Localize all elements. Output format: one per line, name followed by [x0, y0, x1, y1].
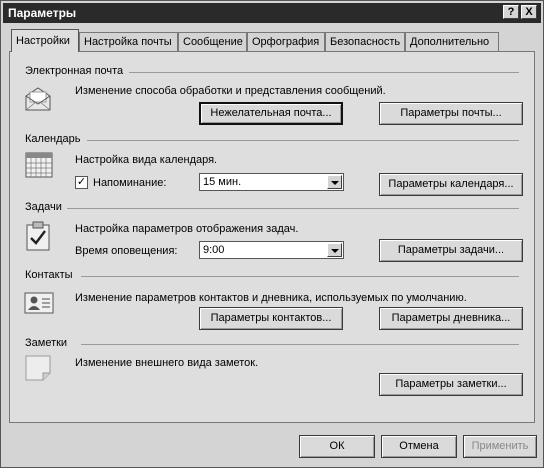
note-icon [25, 355, 51, 381]
email-description: Изменение способа обработки и представле… [75, 85, 386, 97]
ok-button[interactable]: ОК [299, 435, 375, 458]
calendar-description: Настройка вида календаря. [75, 154, 218, 166]
title-bar: Параметры ? X [3, 3, 541, 23]
reminder-time-select[interactable]: 9:00 [199, 241, 344, 259]
tab-advanced[interactable]: Дополнительно [405, 32, 499, 51]
calendar-section-title: Календарь [25, 133, 81, 145]
chevron-down-icon[interactable] [327, 175, 342, 189]
tasks-section-title: Задачи [25, 201, 62, 213]
close-button[interactable]: X [521, 5, 537, 19]
envelope-icon [25, 87, 51, 111]
tab-message[interactable]: Сообщение [178, 32, 247, 51]
mail-options-button[interactable]: Параметры почты... [379, 102, 523, 125]
notes-description: Изменение внешнего вида заметок. [75, 357, 259, 369]
reminder-label: Напоминание: [93, 177, 167, 189]
contacts-description: Изменение параметров контактов и дневник… [75, 292, 467, 304]
contact-options-button[interactable]: Параметры контактов... [199, 307, 343, 330]
junk-mail-button[interactable]: Нежелательная почта... [199, 102, 343, 125]
cancel-button[interactable]: Отмена [381, 435, 457, 458]
tab-settings[interactable]: Настройки [11, 29, 79, 52]
contacts-separator [81, 276, 519, 277]
contact-card-icon [24, 292, 54, 314]
journal-options-button[interactable]: Параметры дневника... [379, 307, 523, 330]
note-options-button[interactable]: Параметры заметки... [379, 373, 523, 396]
notes-separator [81, 344, 519, 345]
reminder-checkbox[interactable]: ✓ [75, 176, 88, 189]
tab-mail-setup[interactable]: Настройка почты [79, 32, 178, 51]
reminder-select[interactable]: 15 мин. [199, 173, 344, 191]
options-dialog: Параметры ? X Настройки Настройка почты … [0, 0, 544, 468]
reminder-time-value: 9:00 [203, 244, 225, 256]
chevron-down-icon[interactable] [327, 243, 342, 257]
tasks-description: Настройка параметров отображения задач. [75, 223, 299, 235]
notes-section-title: Заметки [25, 337, 68, 349]
tasks-separator [67, 208, 519, 209]
contacts-section-title: Контакты [25, 269, 73, 281]
email-section-title: Электронная почта [25, 65, 124, 77]
apply-button: Применить [463, 435, 537, 458]
tab-spelling[interactable]: Орфография [247, 32, 325, 51]
task-options-button[interactable]: Параметры задачи... [379, 239, 523, 262]
calendar-icon [25, 152, 53, 178]
calendar-options-button[interactable]: Параметры календаря... [379, 173, 523, 196]
clipboard-task-icon [26, 221, 50, 251]
reminder-select-value: 15 мин. [203, 176, 242, 188]
tab-security[interactable]: Безопасность [325, 32, 405, 51]
window-title: Параметры [8, 6, 77, 20]
reminder-time-label: Время оповещения: [75, 245, 178, 257]
email-separator [129, 72, 519, 73]
help-button[interactable]: ? [503, 5, 519, 19]
calendar-separator [87, 140, 519, 141]
